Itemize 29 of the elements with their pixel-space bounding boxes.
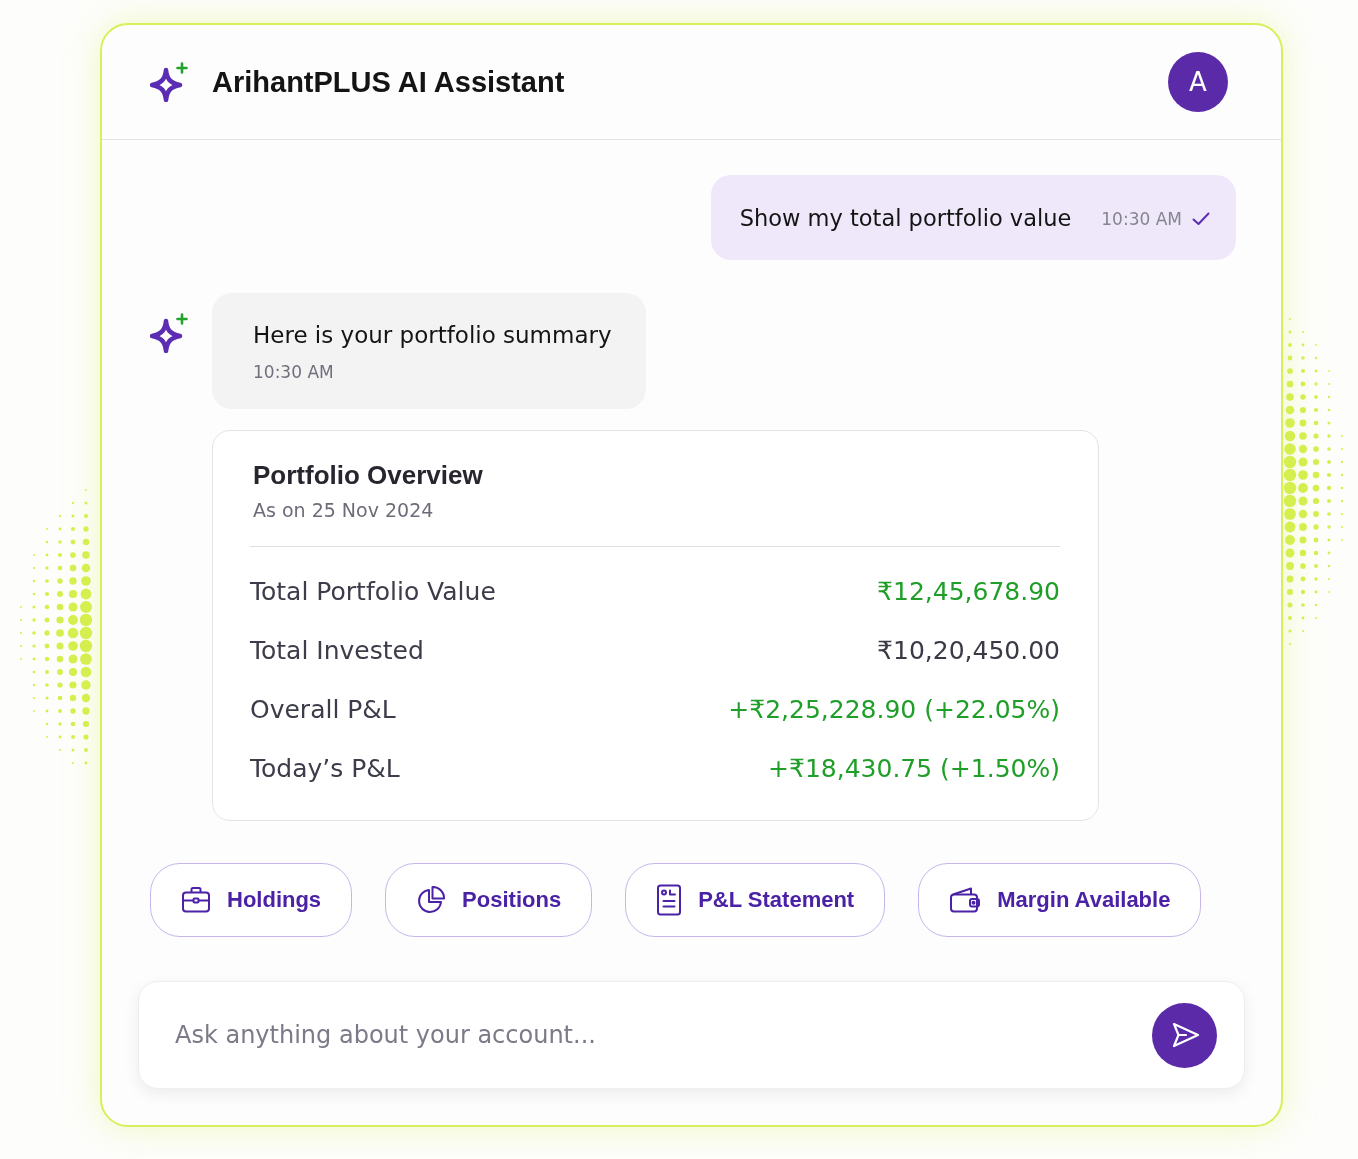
briefcase-icon xyxy=(181,886,211,914)
metric-value: ₹10,20,450.00 xyxy=(877,636,1060,665)
card-subtitle: As on 25 Nov 2024 xyxy=(253,498,435,522)
quick-action-button[interactable]: P&L Statement xyxy=(625,863,886,937)
send-icon xyxy=(1172,1022,1200,1048)
message-text: Here is your portfolio summary xyxy=(253,321,612,350)
sparkle-icon xyxy=(150,313,188,353)
message-input[interactable]: Ask anything about your account... xyxy=(175,1018,1152,1052)
metric-label: Total Portfolio Value xyxy=(250,577,496,606)
message-text: Show my total portfolio value xyxy=(739,204,1072,231)
wallet-icon xyxy=(949,886,982,914)
quick-action-button[interactable]: Holdings xyxy=(150,863,353,937)
pie-chart-icon xyxy=(416,885,447,915)
message-time: 10:30 AM xyxy=(253,362,335,382)
quick-action-button[interactable]: Margin Available xyxy=(918,863,1202,937)
metric-label: Total Invested xyxy=(250,636,424,665)
sparkle-icon xyxy=(150,62,188,102)
message-field[interactable]: Ask anything about your account... xyxy=(138,981,1245,1089)
card-title: Portfolio Overview xyxy=(253,460,484,490)
metric-value: +₹2,25,228.90 (+22.05%) xyxy=(728,695,1060,724)
metric-value: +₹18,430.75 (+1.50%) xyxy=(768,754,1060,783)
message-time: 10:30 AM xyxy=(1101,209,1182,229)
metric-label: Today’s P&L xyxy=(250,754,400,783)
document-icon xyxy=(656,884,683,916)
metric-label: Overall P&L xyxy=(250,695,396,724)
quick-action-button[interactable]: Positions xyxy=(385,863,593,937)
metric-value: ₹12,45,678.90 xyxy=(877,577,1060,606)
user-avatar[interactable]: A xyxy=(1168,52,1228,112)
window-title: ArihantPLUS AI Assistant xyxy=(212,65,566,99)
